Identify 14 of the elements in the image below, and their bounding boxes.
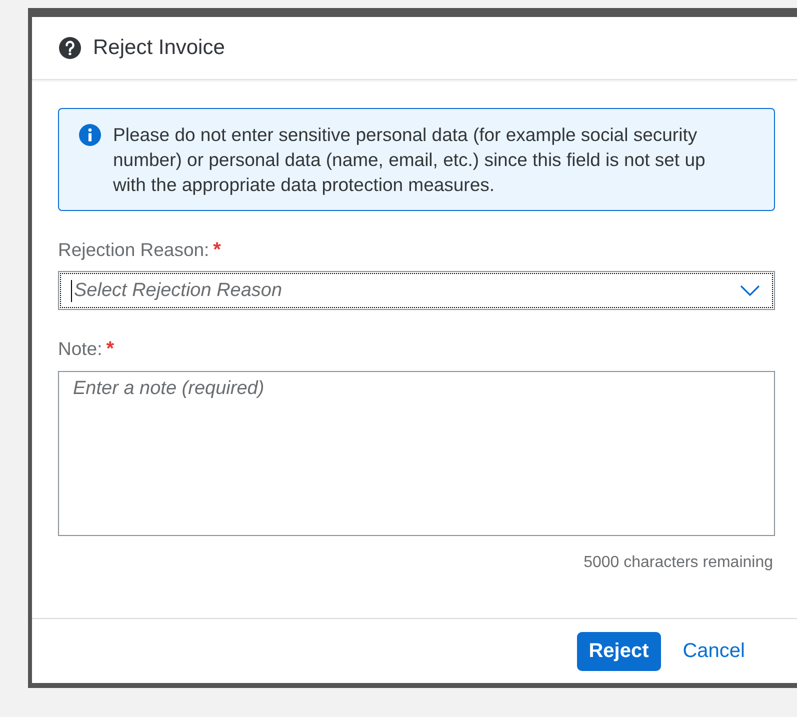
required-asterisk: * (213, 239, 221, 262)
cancel-button[interactable]: Cancel (670, 632, 757, 670)
required-asterisk: * (106, 338, 114, 361)
info-text: Please do not enter sensitive personal data (for example social security number) or personal data (name, email, etc.) since this field is not set up with the appropriate data protection measures. (113, 123, 706, 197)
dialog-title: Reject Invoice (93, 36, 225, 60)
note-field[interactable]: Enter a note (required) (58, 371, 775, 536)
field-label: Rejection Reason: (58, 239, 210, 261)
field-label: Note: (58, 338, 102, 360)
info-icon (79, 124, 101, 146)
help-icon (59, 37, 81, 59)
chevron-down-icon (740, 284, 760, 296)
rejection-reason-dropdown[interactable]: Select Rejection Reason (58, 271, 775, 310)
reject-button[interactable]: Reject (576, 632, 661, 670)
character-counter: 5000 characters remaining (582, 554, 774, 572)
